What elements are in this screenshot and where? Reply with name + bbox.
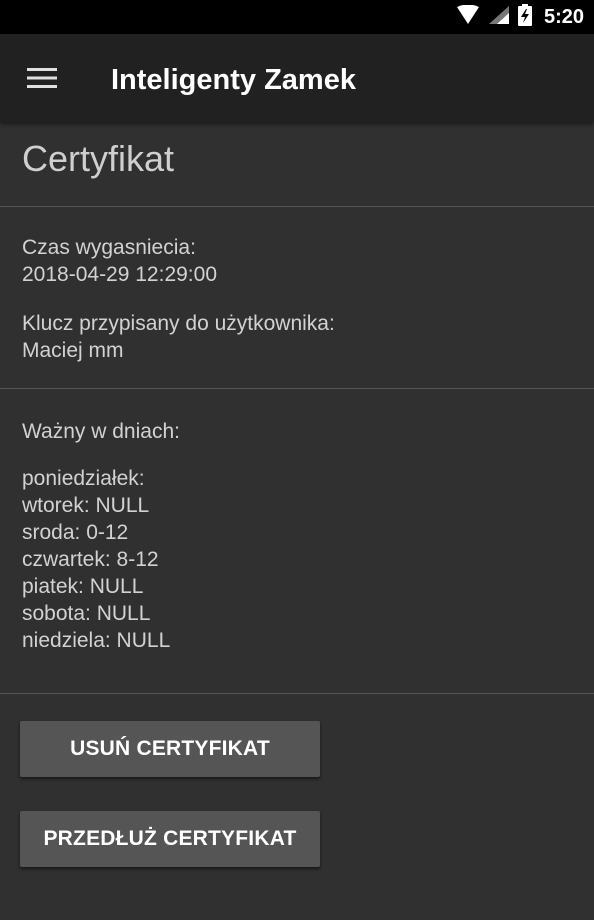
divider	[0, 693, 594, 694]
validity-label: Ważny w dniach:	[22, 420, 180, 443]
wifi-icon	[456, 4, 480, 30]
expiry-label: Czas wygasniecia:	[22, 236, 196, 259]
app-bar: Inteligenty Zamek	[0, 34, 594, 122]
expiry-value: 2018-04-29 12:29:00	[22, 263, 217, 286]
day-monday: poniedziałek:	[22, 467, 145, 490]
delete-certificate-button[interactable]: USUŃ CERTYFIKAT	[20, 721, 320, 777]
divider	[0, 388, 594, 389]
owner-label: Klucz przypisany do użytkownika:	[22, 312, 335, 335]
signal-icon	[488, 5, 510, 30]
app-title: Inteligenty Zamek	[111, 64, 356, 96]
extend-certificate-button[interactable]: PRZEDŁUŻ CERTYFIKAT	[20, 811, 320, 867]
page-title: Certyfikat	[22, 138, 175, 179]
validity-days-list: poniedziałek: wtorek: NULL sroda: 0-12 c…	[22, 465, 170, 654]
battery-charging-icon	[517, 3, 532, 31]
divider	[0, 206, 594, 207]
day-sunday: niedziela: NULL	[22, 629, 171, 652]
day-friday: piatek: NULL	[22, 575, 144, 598]
day-tuesday: wtorek: NULL	[22, 494, 150, 517]
day-thursday: czwartek: 8-12	[22, 548, 159, 571]
hamburger-menu-icon[interactable]	[14, 56, 70, 100]
owner-value: Maciej mm	[22, 339, 124, 362]
day-wednesday: sroda: 0-12	[22, 521, 129, 544]
day-saturday: sobota: NULL	[22, 602, 151, 625]
status-bar: 5:20	[0, 0, 594, 34]
status-icons: 5:20	[456, 0, 584, 34]
status-time: 5:20	[543, 5, 584, 28]
